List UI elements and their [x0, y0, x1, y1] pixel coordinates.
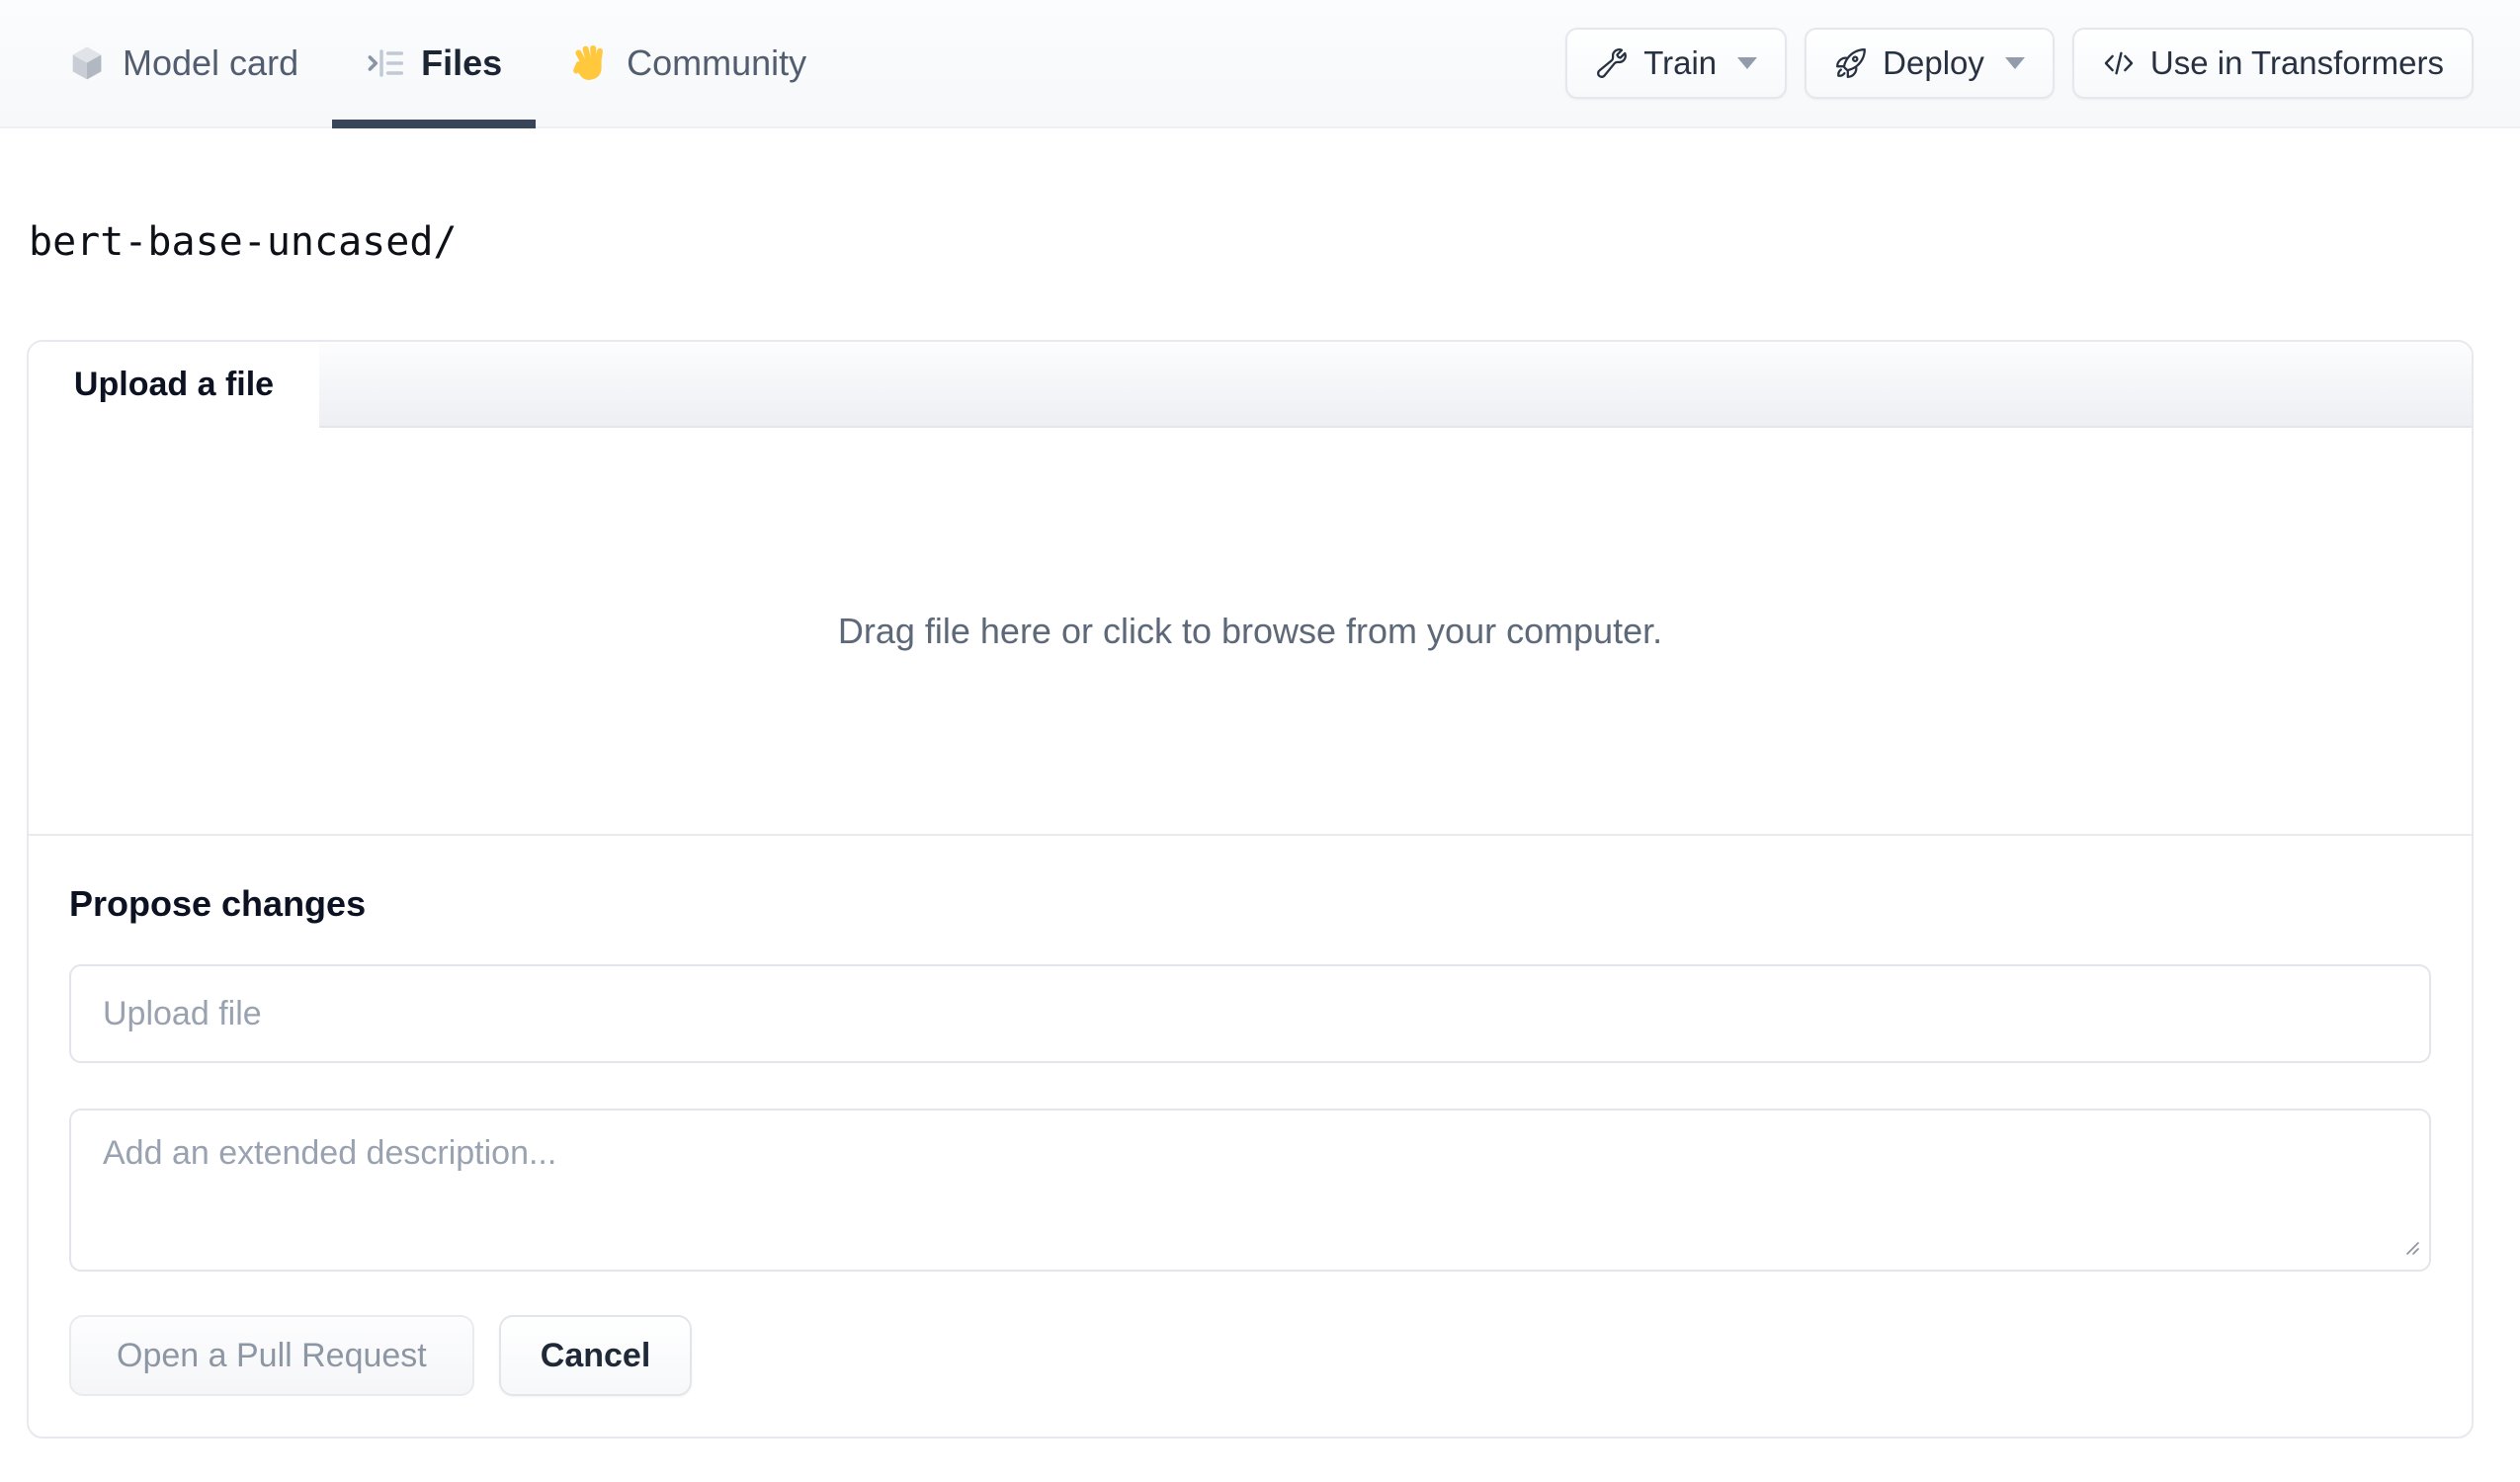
open-pull-request-button[interactable]: Open a Pull Request — [69, 1315, 474, 1396]
propose-changes-section: Propose changes Open a Pull Request Canc… — [29, 834, 2472, 1437]
deploy-button-label: Deploy — [1883, 44, 1984, 81]
file-versions-icon — [366, 43, 405, 83]
model-page-tabs: Model card Files Community — [34, 0, 840, 128]
cancel-button[interactable]: Cancel — [498, 1315, 693, 1396]
tab-community[interactable]: Community — [536, 0, 840, 126]
tab-label: Model card — [123, 42, 299, 83]
cube-icon — [67, 43, 107, 83]
upload-panel-header: Upload a file — [29, 342, 2472, 428]
active-tab-underline — [332, 120, 537, 128]
rocket-icon — [1834, 46, 1868, 80]
file-dropzone[interactable]: Drag file here or click to browse from y… — [29, 428, 2472, 834]
upload-tab-label: Upload a file — [73, 366, 275, 403]
use-in-transformers-label: Use in Transformers — [2149, 44, 2444, 81]
model-action-buttons: Train Deploy Use in Transformers — [1565, 0, 2474, 126]
extended-description-textarea[interactable] — [69, 1109, 2431, 1272]
wrench-icon — [1595, 46, 1629, 80]
propose-changes-heading: Propose changes — [69, 883, 367, 924]
waving-hand-icon — [569, 42, 611, 84]
train-button-label: Train — [1643, 44, 1718, 81]
repo-path[interactable]: bert-base-uncased/ — [29, 219, 457, 265]
resize-handle-icon[interactable] — [2402, 1238, 2422, 1263]
propose-actions-row: Open a Pull Request Cancel — [69, 1315, 2431, 1396]
tab-label: Files — [421, 42, 503, 83]
breadcrumb: bert-base-uncased/ — [29, 219, 2474, 265]
upload-panel: Upload a file Drag file here or click to… — [27, 340, 2474, 1439]
deploy-button[interactable]: Deploy — [1805, 28, 2055, 99]
chevron-down-icon — [2004, 57, 2025, 69]
use-in-transformers-button[interactable]: Use in Transformers — [2071, 28, 2474, 99]
tab-model-card[interactable]: Model card — [34, 0, 332, 126]
panel-header-spacer — [319, 342, 2472, 428]
chevron-down-icon — [1737, 57, 1758, 69]
upload-filename-input[interactable] — [69, 964, 2431, 1063]
files-page-content: bert-base-uncased/ Upload a file Drag fi… — [0, 219, 2520, 1439]
description-field-wrapper — [69, 1109, 2431, 1272]
tab-label: Community — [627, 42, 807, 83]
tab-upload-a-file[interactable]: Upload a file — [29, 342, 319, 428]
dropzone-text: Drag file here or click to browse from y… — [837, 610, 1663, 651]
code-icon — [2102, 46, 2136, 80]
model-page-nav: Model card Files Community Train Deploy … — [0, 0, 2520, 128]
train-button[interactable]: Train — [1565, 28, 1788, 99]
tab-files[interactable]: Files — [332, 0, 537, 128]
